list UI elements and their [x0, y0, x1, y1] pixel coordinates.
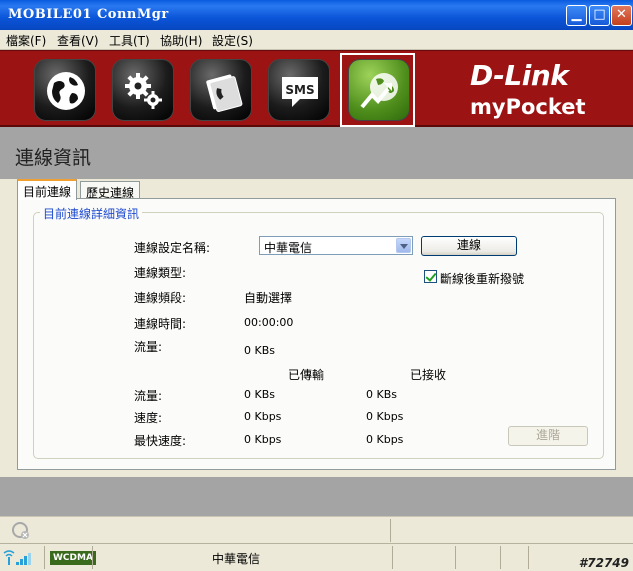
- stats-traffic-received: 0 KBs: [366, 388, 397, 401]
- maximize-icon: □: [593, 7, 606, 22]
- stats-max-speed-label: 最快速度:: [134, 434, 187, 448]
- maximize-button[interactable]: □: [589, 5, 610, 26]
- menu-bar: 檔案(F) 查看(V) 工具(T) 協助(H) 設定(S): [0, 30, 633, 50]
- menu-help[interactable]: 協助(H): [160, 32, 202, 49]
- stats-max-speed-sent: 0 Kbps: [244, 433, 282, 446]
- connect-button[interactable]: 連線: [421, 236, 517, 256]
- disconnected-icon: [12, 522, 29, 539]
- stats-speed-sent: 0 Kbps: [244, 410, 282, 423]
- signal-strength-icon: [3, 550, 31, 565]
- menu-view[interactable]: 查看(V): [57, 32, 99, 49]
- auto-reconnect-checkbox[interactable]: [424, 270, 437, 283]
- stats-speed-label: 速度:: [134, 411, 163, 425]
- network-type-badge: WCDMA: [50, 551, 96, 565]
- close-icon: ✕: [616, 7, 627, 22]
- group-title: 目前連線詳細資訊: [40, 205, 143, 222]
- minimize-icon: ▁: [571, 7, 582, 22]
- toolbar-settings-button[interactable]: [112, 59, 174, 121]
- toolbar-connection-info-button[interactable]: [348, 59, 410, 121]
- watermark: #72749: [578, 556, 629, 570]
- sent-header: 已傳輸: [288, 368, 325, 382]
- auto-reconnect-label: 斷線後重新撥號: [440, 272, 525, 286]
- time-label: 連線時間:: [134, 317, 187, 331]
- title-bar: MOBILE01 ConnMgr ▁ □ ✕: [0, 0, 633, 30]
- status-separator: [392, 546, 393, 569]
- status-separator: [455, 546, 456, 569]
- status-separator: [44, 546, 45, 569]
- stats-traffic-sent: 0 KBs: [244, 388, 275, 401]
- status-separator: [390, 519, 391, 542]
- toolbar-banner: SMS D-Link myPocket: [0, 50, 633, 127]
- advanced-button[interactable]: 進階: [508, 426, 588, 446]
- toolbar-internet-button[interactable]: [34, 59, 96, 121]
- phonebook-icon: [206, 74, 243, 112]
- connection-type-label: 連線類型:: [134, 266, 187, 280]
- brand-logo: D-Link: [470, 59, 569, 92]
- page-header: 連線資訊: [0, 127, 633, 179]
- time-value: 00:00:00: [244, 316, 294, 329]
- window-title: MOBILE01 ConnMgr: [8, 7, 169, 22]
- menu-settings[interactable]: 設定(S): [212, 32, 253, 49]
- page-title: 連線資訊: [15, 147, 92, 169]
- tab-panel: 目前連線詳細資訊 連線設定名稱: 中華電信 連線 連線類型: 斷線後重新撥號 連…: [17, 198, 616, 470]
- sms-label: SMS: [285, 83, 314, 97]
- toolbar-sms-button[interactable]: SMS: [268, 59, 330, 121]
- menu-tools[interactable]: 工具(T): [109, 32, 150, 49]
- status-bar: WCDMA 中華電信 #72749: [0, 543, 633, 571]
- stats-speed-received: 0 Kbps: [366, 410, 404, 423]
- chevron-down-icon[interactable]: [396, 238, 411, 253]
- band-label: 連線頻段:: [134, 291, 187, 305]
- status-separator: [500, 546, 501, 569]
- status-separator: [528, 546, 529, 569]
- close-button[interactable]: ✕: [611, 5, 632, 26]
- operator-name: 中華電信: [212, 552, 261, 566]
- profile-select-value: 中華電信: [264, 241, 313, 255]
- stats-traffic-label: 流量:: [134, 389, 163, 403]
- globe-icon: [47, 72, 85, 110]
- traffic-label: 流量:: [134, 340, 163, 354]
- connection-stats-icon: [360, 73, 398, 109]
- main-content: 目前連線 歷史連線 目前連線詳細資訊 連線設定名稱: 中華電信 連線 連線類型:…: [0, 179, 633, 477]
- sms-bubble-icon: SMS: [282, 77, 318, 107]
- toolbar-phonebook-button[interactable]: [190, 59, 252, 121]
- profile-label: 連線設定名稱:: [134, 241, 211, 255]
- tab-current-connection[interactable]: 目前連線: [17, 179, 78, 200]
- received-header: 已接收: [410, 368, 447, 382]
- status-separator: [92, 546, 93, 569]
- footer-strip: [0, 477, 633, 516]
- menu-file[interactable]: 檔案(F): [6, 32, 46, 49]
- traffic-value: 0 KBs: [244, 344, 275, 357]
- product-logo: myPocket: [470, 95, 586, 119]
- stats-max-speed-received: 0 Kbps: [366, 433, 404, 446]
- gears-icon: [125, 73, 162, 109]
- profile-select[interactable]: 中華電信: [259, 236, 413, 255]
- sub-status-bar: [0, 516, 633, 543]
- connection-details-group: 目前連線詳細資訊 連線設定名稱: 中華電信 連線 連線類型: 斷線後重新撥號 連…: [33, 205, 604, 459]
- minimize-button[interactable]: ▁: [566, 5, 587, 26]
- band-value: 自動選擇: [244, 291, 293, 305]
